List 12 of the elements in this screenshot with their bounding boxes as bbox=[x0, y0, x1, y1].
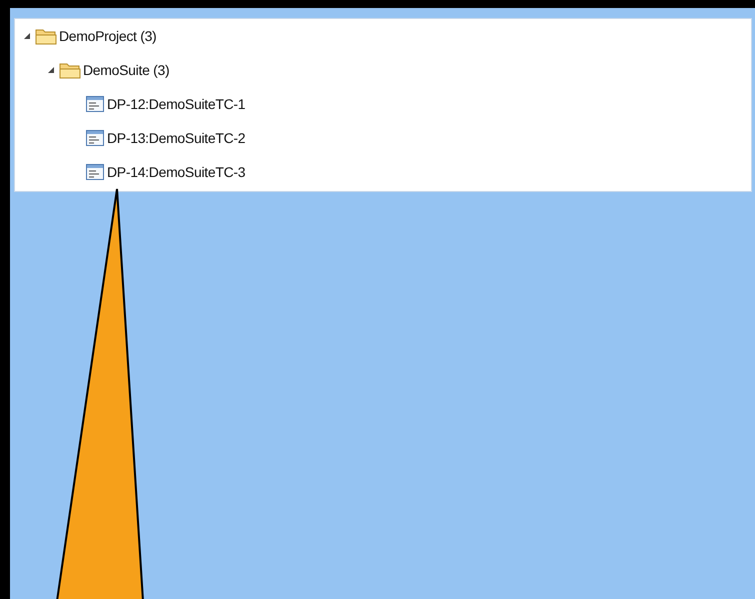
test-case-icon bbox=[85, 129, 105, 147]
folder-icon bbox=[59, 61, 81, 79]
test-case-label[interactable]: DP-14:DemoSuiteTC-3 bbox=[107, 164, 246, 180]
expanded-arrow-icon[interactable] bbox=[47, 66, 55, 74]
test-case-label[interactable]: DP-13:DemoSuiteTC-2 bbox=[107, 130, 246, 146]
test-case-icon bbox=[85, 163, 105, 181]
test-case-icon bbox=[85, 95, 105, 113]
test-case-label[interactable]: DP-12:DemoSuiteTC-1 bbox=[107, 96, 246, 112]
folder-label[interactable]: DemoProject (3) bbox=[59, 28, 156, 44]
expanded-arrow-icon[interactable] bbox=[23, 32, 31, 40]
folder-label[interactable]: DemoSuite (3) bbox=[83, 62, 170, 78]
folder-icon bbox=[35, 27, 57, 45]
